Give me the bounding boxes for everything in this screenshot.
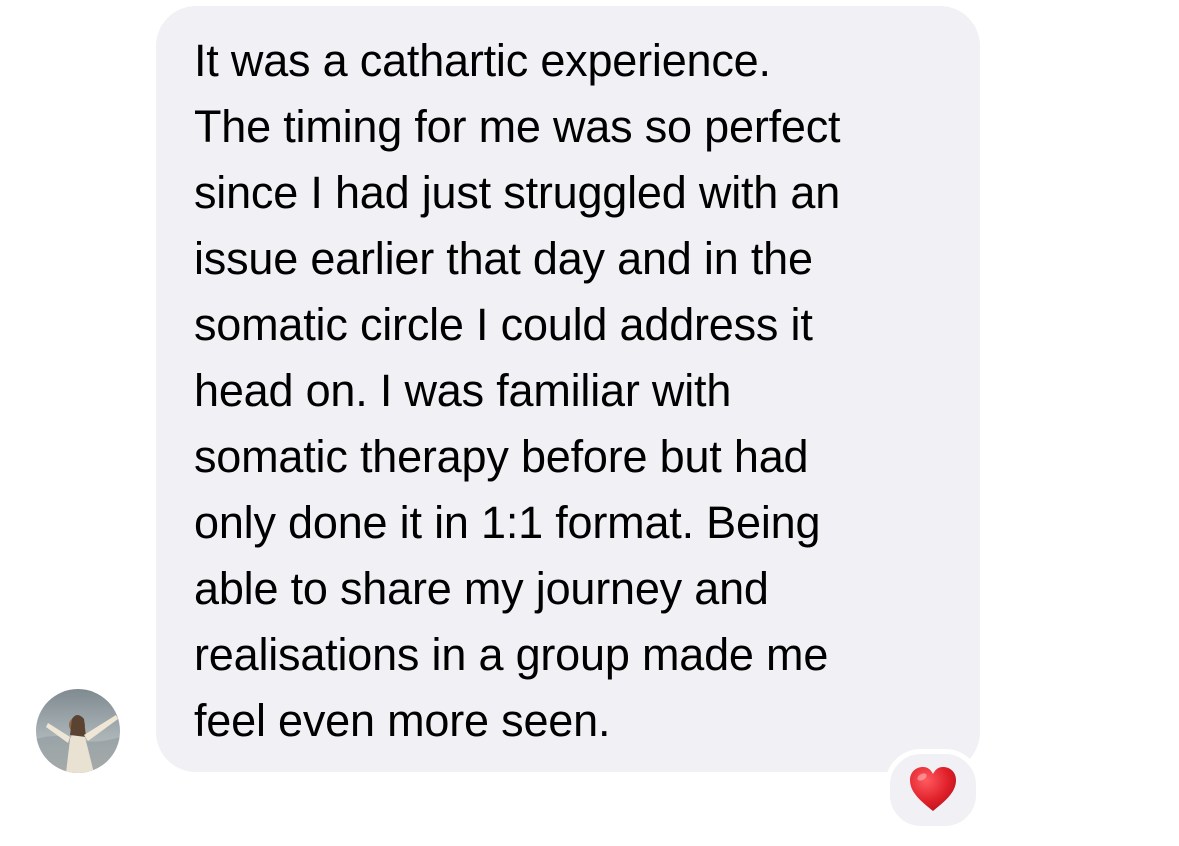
- message-line: since I had just struggled with an: [194, 167, 841, 218]
- profile-photo-icon: [36, 689, 120, 773]
- message-line: feel even more seen.: [194, 695, 611, 746]
- message-line: The timing for me was so perfect: [194, 101, 841, 152]
- message-line: issue earlier that day and in the: [194, 233, 813, 284]
- message-line: somatic circle I could address it: [194, 299, 813, 350]
- message-line: head on. I was familiar with: [194, 365, 732, 416]
- red-heart-icon: [910, 767, 956, 811]
- message-line: only done it in 1:1 format. Being: [194, 497, 821, 548]
- message-text: It was a cathartic experience. The timin…: [194, 28, 841, 754]
- reaction-badge[interactable]: [885, 749, 981, 831]
- message-line: able to share my journey and: [194, 563, 769, 614]
- message-line: It was a cathartic experience.: [194, 35, 771, 86]
- avatar[interactable]: [36, 689, 120, 773]
- message-line: somatic therapy before but had: [194, 431, 809, 482]
- message-line: realisations in a group made me: [194, 629, 829, 680]
